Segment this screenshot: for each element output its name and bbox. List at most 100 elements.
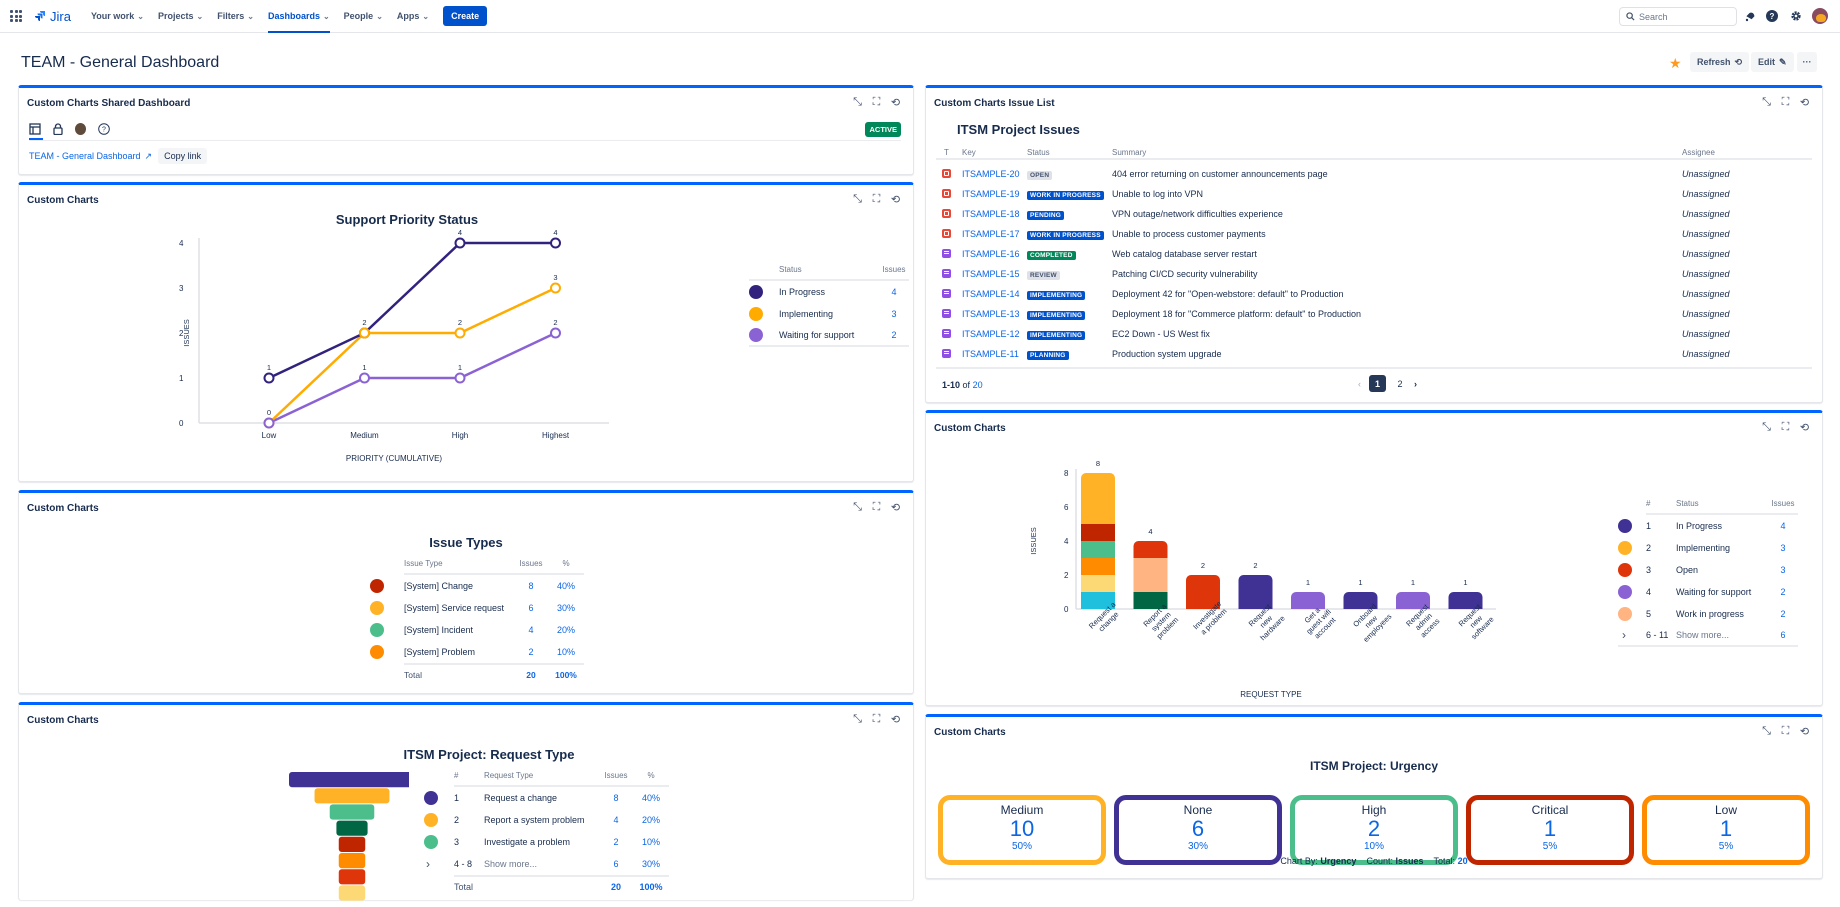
issue-count[interactable]: 2	[514, 647, 548, 657]
bar-segment[interactable]	[1081, 473, 1115, 524]
data-point[interactable]	[454, 327, 466, 339]
dashboard-link[interactable]: TEAM - General Dashboard	[29, 151, 141, 161]
show-more-link[interactable]: Show more...	[484, 859, 599, 869]
issue-row[interactable]: ITSAMPLE-13 IMPLEMENTING Deployment 18 for…	[936, 304, 1812, 324]
issue-key[interactable]: ITSAMPLE-11	[962, 349, 1019, 359]
minimize-icon[interactable]: ⤡	[1761, 421, 1772, 433]
data-point[interactable]	[263, 417, 275, 429]
copy-link-button[interactable]: Copy link	[158, 148, 208, 164]
refresh-icon[interactable]: ⟲	[1799, 97, 1810, 109]
funnel-segment[interactable]	[338, 885, 366, 901]
notifications-icon[interactable]	[1743, 9, 1757, 23]
data-point[interactable]	[263, 372, 275, 384]
settings-icon[interactable]	[1789, 9, 1803, 23]
bar-segment[interactable]	[1081, 524, 1115, 541]
fullscreen-icon[interactable]: ⛶	[871, 193, 882, 205]
show-more-row[interactable]: › 6 - 11 Show more... 6	[1618, 625, 1798, 647]
issue-summary[interactable]: Web catalog database server restart	[1112, 249, 1257, 259]
data-point[interactable]	[454, 237, 466, 249]
data-point[interactable]	[454, 372, 466, 384]
fullscreen-icon[interactable]: ⛶	[871, 501, 882, 513]
issue-count[interactable]: 4	[514, 625, 548, 635]
issue-summary[interactable]: EC2 Down - US West fix	[1112, 329, 1210, 339]
bar-segment[interactable]	[1133, 541, 1168, 558]
more-button[interactable]: ···	[1797, 52, 1817, 72]
bar-segment[interactable]	[1291, 592, 1325, 609]
issue-row[interactable]: ITSAMPLE-20 OPEN 404 error returning on cu…	[936, 164, 1812, 184]
chevron-right-icon[interactable]: ›	[426, 857, 430, 871]
refresh-icon[interactable]: ⟲	[1799, 422, 1810, 434]
legend-value[interactable]: 3	[1768, 565, 1798, 575]
fullscreen-icon[interactable]: ⛶	[871, 713, 882, 725]
issue-key[interactable]: ITSAMPLE-12	[962, 329, 1020, 339]
issue-row[interactable]: ITSAMPLE-19 WORK IN PROGRESS Unable to log…	[936, 184, 1812, 204]
issue-summary[interactable]: Deployment 42 for "Open-webstore: defaul…	[1112, 289, 1344, 299]
funnel-segment[interactable]	[289, 772, 409, 788]
funnel-segment[interactable]	[336, 820, 368, 836]
nav-item-your-work[interactable]: Your work ⌄	[91, 0, 144, 33]
nav-item-people[interactable]: People ⌄	[344, 0, 383, 33]
issue-row[interactable]: ITSAMPLE-11 PLANNING Production system upg…	[936, 344, 1812, 364]
next-page-icon[interactable]: ›	[1414, 379, 1417, 389]
external-link-icon[interactable]: ↗	[145, 151, 153, 162]
urgency-card-low[interactable]: Low 1 5%	[1642, 795, 1810, 865]
issue-row[interactable]: ITSAMPLE-16 COMPLETED Web catalog database…	[936, 244, 1812, 264]
issue-key[interactable]: ITSAMPLE-14	[962, 289, 1020, 299]
minimize-icon[interactable]: ⤡	[1761, 725, 1772, 737]
issue-summary[interactable]: 404 error returning on customer announce…	[1112, 169, 1328, 179]
issue-key[interactable]: ITSAMPLE-13	[962, 309, 1020, 319]
star-icon[interactable]: ★	[1669, 55, 1682, 72]
issue-count[interactable]: 8	[599, 793, 633, 803]
minimize-icon[interactable]: ⤡	[852, 96, 863, 108]
minimize-icon[interactable]: ⤡	[852, 713, 863, 725]
urgency-card-critical[interactable]: Critical 1 5%	[1466, 795, 1634, 865]
prev-page-icon[interactable]: ‹	[1358, 379, 1361, 389]
issue-summary[interactable]: Production system upgrade	[1112, 349, 1222, 359]
fullscreen-icon[interactable]: ⛶	[871, 96, 882, 108]
issue-key[interactable]: ITSAMPLE-17	[962, 229, 1020, 239]
dashboard-icon[interactable]	[29, 123, 41, 135]
fullscreen-icon[interactable]: ⛶	[1780, 96, 1791, 108]
legend-value[interactable]: 4	[1768, 521, 1798, 531]
funnel-segment[interactable]	[338, 853, 366, 869]
issue-key[interactable]: ITSAMPLE-20	[962, 169, 1020, 179]
data-point[interactable]	[550, 237, 561, 249]
issue-key[interactable]: ITSAMPLE-18	[962, 209, 1020, 219]
show-more-row[interactable]: › 4 - 8 Show more... 6 30%	[424, 853, 669, 875]
issue-row[interactable]: ITSAMPLE-14 IMPLEMENTING Deployment 42 for…	[936, 284, 1812, 304]
legend-value[interactable]: 3	[879, 309, 909, 319]
data-point[interactable]	[359, 372, 370, 384]
issue-summary[interactable]: Deployment 18 for "Commerce platform: de…	[1112, 309, 1361, 319]
nav-item-projects[interactable]: Projects ⌄	[158, 0, 203, 33]
funnel-segment[interactable]	[338, 836, 366, 852]
issue-key[interactable]: ITSAMPLE-16	[962, 249, 1020, 259]
issue-row[interactable]: ITSAMPLE-15 REVIEW Patching CI/CD security…	[936, 264, 1812, 284]
legend-value[interactable]: 2	[879, 330, 909, 340]
issue-count[interactable]: 2	[599, 837, 633, 847]
refresh-icon[interactable]: ⟲	[890, 714, 901, 726]
issue-row[interactable]: ITSAMPLE-17 WORK IN PROGRESS Unable to pro…	[936, 224, 1812, 244]
funnel-segment[interactable]	[338, 869, 366, 885]
help-icon[interactable]: ?	[1765, 9, 1779, 23]
chevron-right-icon[interactable]: ›	[1622, 628, 1626, 642]
urgency-card-medium[interactable]: Medium 10 50%	[938, 795, 1106, 865]
show-more-link[interactable]: Show more...	[1676, 630, 1768, 640]
legend-value[interactable]: 3	[1768, 543, 1798, 553]
jira-logo[interactable]: Jira	[34, 9, 71, 24]
nav-item-dashboards[interactable]: Dashboards ⌄	[267, 0, 330, 33]
bar-1[interactable]	[1133, 541, 1168, 609]
more-issues[interactable]: 6	[1768, 630, 1798, 640]
app-switcher-icon[interactable]	[10, 10, 22, 22]
issue-key[interactable]: ITSAMPLE-15	[962, 269, 1020, 279]
issue-summary[interactable]: VPN outage/network difficulties experien…	[1112, 209, 1283, 219]
bar-segment[interactable]	[1133, 558, 1168, 592]
bar-segment[interactable]	[1081, 575, 1115, 592]
legend-value[interactable]: 2	[1768, 587, 1798, 597]
issue-summary[interactable]: Unable to log into VPN	[1112, 189, 1203, 199]
nav-item-apps[interactable]: Apps ⌄	[397, 0, 429, 33]
legend-value[interactable]: 4	[879, 287, 909, 297]
legend-value[interactable]: 2	[1768, 609, 1798, 619]
issue-key[interactable]: ITSAMPLE-19	[962, 189, 1020, 199]
refresh-icon[interactable]: ⟲	[890, 194, 901, 206]
data-point[interactable]	[359, 327, 370, 339]
